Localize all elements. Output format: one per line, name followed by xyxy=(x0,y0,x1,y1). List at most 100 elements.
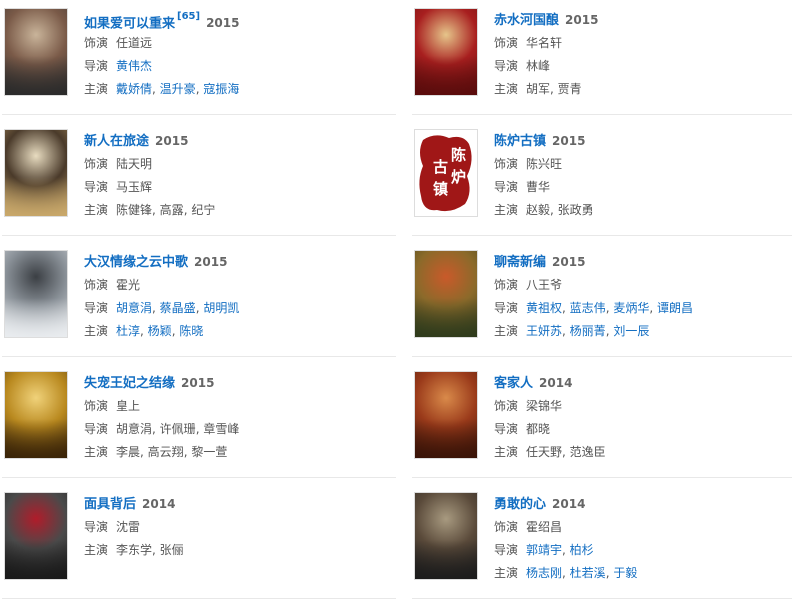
person-name: 胡军 xyxy=(526,82,551,96)
poster-image[interactable] xyxy=(4,371,68,459)
cast-row: 主演 任天野, 范逸臣 xyxy=(494,441,794,464)
person-link[interactable]: 杜淳 xyxy=(116,324,140,338)
film-info: 新人在旅途 2015 饰演 陆天明 导演 马玉辉 主演 陈健锋, 高露, 纪宁 xyxy=(84,129,384,222)
film-title-link[interactable]: 大汉情缘之云中歌 xyxy=(84,255,188,270)
title-row: 勇敢的心 2014 xyxy=(494,492,794,516)
person-link[interactable]: 寇振海 xyxy=(203,82,239,96)
person-link[interactable]: 杨颖 xyxy=(148,324,172,338)
director-label: 导演 xyxy=(84,520,109,534)
title-row: 新人在旅途 2015 xyxy=(84,129,384,153)
person-link[interactable]: 胡意涓 xyxy=(116,301,152,315)
role-label: 饰演 xyxy=(494,157,519,171)
person-link[interactable]: 柏杉 xyxy=(570,543,594,557)
person-name: 陈健锋 xyxy=(116,203,153,217)
poster-figures xyxy=(5,298,67,337)
poster-image[interactable] xyxy=(4,250,68,338)
cast-row: 主演 杜淳, 杨颖, 陈晓 xyxy=(84,320,384,343)
poster-image[interactable]: 陈炉古镇 xyxy=(414,129,478,217)
film-info: 大汉情缘之云中歌 2015 饰演 霍光 导演 胡意涓, 蔡晶盛, 胡明凯 主演 杜淳, 杨颖,… xyxy=(84,250,384,343)
film-title-link[interactable]: 如果爱可以重来 xyxy=(84,16,175,31)
role-row: 饰演 霍光 xyxy=(84,274,384,297)
person-link[interactable]: 戴娇倩 xyxy=(116,82,152,96)
director-row: 导演 郭靖宇, 柏杉 xyxy=(494,539,794,562)
director-row: 导演 曹华 xyxy=(494,176,794,199)
poster-image[interactable] xyxy=(4,492,68,580)
film-card: 陈炉古镇 陈炉古镇 2015 饰演 陈兴旺导演 曹华 主演 赵毅, 张政勇 xyxy=(414,129,801,239)
person-link[interactable]: 郭靖宇 xyxy=(526,543,562,557)
poster-image[interactable] xyxy=(4,129,68,217)
person-link[interactable]: 黄伟杰 xyxy=(116,59,152,73)
name-separator: , xyxy=(562,445,570,459)
role-name: 皇上 xyxy=(116,399,141,413)
director-label: 导演 xyxy=(84,180,109,194)
poster-image[interactable] xyxy=(414,492,478,580)
person-link[interactable]: 蓝志伟 xyxy=(570,301,606,315)
film-info: 如果爱可以重来 [65] 2015 饰演 任道远 导演 黄伟杰 主演 戴娇倩, 温升豪, 寇振海 xyxy=(84,8,384,101)
person-link[interactable]: 杨丽菁 xyxy=(570,324,606,338)
film-title-link[interactable]: 失宠王妃之结缘 xyxy=(84,376,175,391)
film-info: 赤水河国酿 2015 饰演 华名轩 导演 林峰 主演 胡军, 贾青 xyxy=(494,8,794,101)
person-link[interactable]: 杨志刚 xyxy=(526,566,562,580)
film-title-link[interactable]: 陈炉古镇 xyxy=(494,134,546,149)
film-title-link[interactable]: 面具背后 xyxy=(84,497,136,512)
person-name: 高露 xyxy=(159,203,184,217)
role-name: 陈兴旺 xyxy=(526,157,563,171)
director-label: 导演 xyxy=(84,59,109,73)
film-title-link[interactable]: 聊斋新编 xyxy=(494,255,546,270)
director-label: 导演 xyxy=(494,301,519,315)
poster-figures xyxy=(5,56,67,95)
poster-image[interactable] xyxy=(414,8,478,96)
person-link[interactable]: 陈晓 xyxy=(179,324,203,338)
person-link[interactable]: 杜若溪 xyxy=(570,566,606,580)
person-link[interactable]: 胡明凯 xyxy=(203,301,239,315)
person-link[interactable]: 谭朗昌 xyxy=(657,301,693,315)
cast-row: 主演 赵毅, 张政勇 xyxy=(494,199,794,222)
role-row: 饰演 霍绍昌 xyxy=(494,516,794,539)
film-year: 2014 xyxy=(539,376,573,390)
film-year: 2015 xyxy=(552,134,586,148)
name-separator: , xyxy=(140,324,148,338)
role-row: 饰演 华名轩 xyxy=(494,32,794,55)
person-link[interactable]: 于毅 xyxy=(613,566,637,580)
poster-image[interactable] xyxy=(414,371,478,459)
role-row: 饰演 皇上 xyxy=(84,395,384,418)
film-card: 客家人 2014 饰演 梁锦华 导演 都晓 主演 任天野, 范逸臣 xyxy=(414,371,801,481)
film-title-link[interactable]: 新人在旅途 xyxy=(84,134,149,149)
cast-row: 主演 戴娇倩, 温升豪, 寇振海 xyxy=(84,78,384,101)
role-row: 饰演 任道远 xyxy=(84,32,384,55)
citation-link[interactable]: [65] xyxy=(177,11,200,22)
title-row: 赤水河国酿 2015 xyxy=(494,8,794,32)
calligraphy-seal-icon: 陈炉古镇 xyxy=(419,135,472,212)
person-link[interactable]: 刘一辰 xyxy=(613,324,649,338)
person-name: 许佩珊 xyxy=(159,422,196,436)
poster-glyph: 炉 xyxy=(451,168,466,186)
director-row: 导演 胡意涓, 蔡晶盛, 胡明凯 xyxy=(84,297,384,320)
film-year: 2015 xyxy=(181,376,215,390)
person-link[interactable]: 蔡晶盛 xyxy=(160,301,196,315)
film-title-link[interactable]: 勇敢的心 xyxy=(494,497,546,512)
film-title-link[interactable]: 赤水河国酿 xyxy=(494,13,559,28)
film-info: 面具背后 2014 导演 沈雷 主演 李东学, 张俪 xyxy=(84,492,384,562)
poster-image[interactable] xyxy=(4,8,68,96)
film-year: 2015 xyxy=(155,134,189,148)
title-row: 面具背后 2014 xyxy=(84,492,384,516)
director-label: 导演 xyxy=(84,422,109,436)
name-separator: , xyxy=(152,203,160,217)
poster-figures xyxy=(5,419,67,458)
cast-label: 主演 xyxy=(494,566,519,580)
person-name: 高云翔 xyxy=(147,445,184,459)
cast-label: 主演 xyxy=(494,324,519,338)
cast-label: 主演 xyxy=(84,324,109,338)
film-year: 2014 xyxy=(142,497,176,511)
title-row: 大汉情缘之云中歌 2015 xyxy=(84,250,384,274)
film-title-link[interactable]: 客家人 xyxy=(494,376,533,391)
person-link[interactable]: 温升豪 xyxy=(160,82,196,96)
person-link[interactable]: 王妍苏 xyxy=(526,324,562,338)
role-label: 饰演 xyxy=(84,399,109,413)
person-link[interactable]: 黄祖权 xyxy=(526,301,562,315)
film-card: 如果爱可以重来 [65] 2015 饰演 任道远 导演 黄伟杰 主演 戴娇倩, 温升豪, 寇振海 xyxy=(4,8,394,118)
person-name: 贾青 xyxy=(557,82,582,96)
poster-image[interactable] xyxy=(414,250,478,338)
person-link[interactable]: 麦炳华 xyxy=(613,301,649,315)
role-name: 梁锦华 xyxy=(526,399,563,413)
